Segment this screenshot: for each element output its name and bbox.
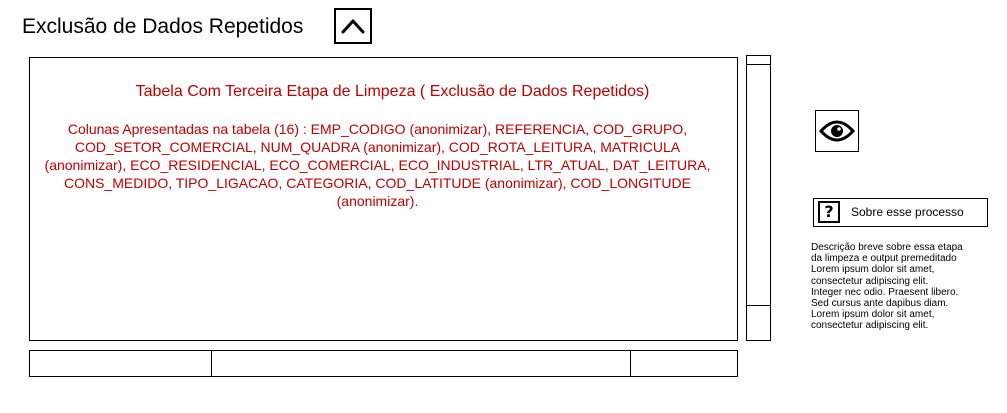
page-title: Exclusão de Dados Repetidos (22, 15, 304, 38)
question-icon: ? (818, 201, 840, 223)
process-description: Descrição breve sobre essa etapa da limp… (811, 242, 996, 332)
description-line: da limpeza e output premeditado (811, 253, 957, 265)
about-process-label: Sobre esse processo (851, 205, 964, 219)
columns-description: Colunas Apresentadas na tabela (16) : EM… (44, 121, 711, 209)
about-process-button[interactable]: ? Sobre esse processo (813, 198, 988, 227)
description-line: consectetur adipiscing elit. (811, 320, 929, 332)
description-line: Integer nec odio. Praesent libero. (811, 286, 959, 298)
table-preview-panel: Tabela Com Terceira Etapa de Limpeza ( E… (29, 57, 738, 341)
description-line: consectetur adipiscing elit. (811, 275, 929, 287)
horizontal-scrollbar[interactable] (29, 349, 738, 377)
view-button[interactable] (815, 110, 859, 152)
description-line: Lorem ipsum dolor sit amet, (811, 309, 935, 321)
vertical-scroll-thumb[interactable] (745, 64, 771, 306)
vertical-scrollbar[interactable] (745, 55, 771, 341)
horizontal-scroll-thumb[interactable] (211, 349, 631, 377)
panel-heading: Tabela Com Terceira Etapa de Limpeza ( E… (135, 83, 650, 100)
description-line: Descrição breve sobre essa etapa (811, 242, 963, 253)
chevron-up-icon (341, 19, 365, 34)
description-line: Lorem ipsum dolor sit amet, (811, 264, 935, 276)
description-line: Sed cursus ante dapibus diam. (811, 298, 949, 310)
eye-icon (819, 120, 855, 142)
collapse-button[interactable] (334, 8, 372, 44)
